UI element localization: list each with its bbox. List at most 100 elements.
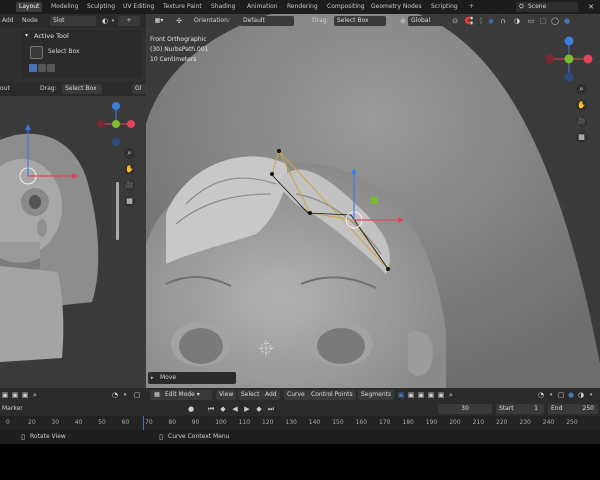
node-menu[interactable]: Node [22, 16, 38, 26]
view-object-types-icon[interactable]: ◑ [512, 16, 522, 26]
wireframe-shading-icon[interactable]: ◯ [550, 16, 560, 26]
current-frame-field[interactable]: 30 [438, 404, 492, 414]
scene-selector[interactable]: ⛭ Scene [516, 2, 578, 12]
tab-sculpting[interactable]: Sculpting [84, 2, 118, 12]
footer-overlay-icon[interactable]: ◔ [536, 390, 546, 400]
play-reverse-icon[interactable]: ◀ [230, 404, 240, 414]
tab-uv-editing[interactable]: UV Editing [120, 2, 157, 12]
camera-icon[interactable]: 🎥 [576, 116, 587, 127]
transform-orientation-dropdown[interactable]: Global [408, 16, 446, 26]
add-menu[interactable]: Add [2, 16, 14, 26]
snap-icon[interactable]: 🧲 [464, 16, 474, 26]
editor-type-button[interactable]: ▦▾ [150, 16, 168, 26]
pan-hand-icon[interactable]: ✋ [576, 100, 587, 111]
left-navigation-gizmo[interactable] [96, 98, 136, 150]
slot-dropdown[interactable]: Slot [50, 16, 96, 26]
mode-new-icon[interactable] [29, 64, 37, 72]
add-workspace-button[interactable]: + [466, 2, 477, 12]
footer-xray-icon[interactable]: ▢ [556, 390, 566, 400]
current-frame-value: 30 [461, 405, 469, 412]
footer-chevron-icon-2[interactable]: ▾ [586, 390, 596, 400]
end-label: End [551, 405, 563, 412]
menu-curve[interactable]: Curve [284, 390, 308, 400]
left-footer-icon-3[interactable]: ▣ [20, 390, 30, 400]
scene-close-icon[interactable]: ✕ [586, 2, 596, 12]
mouse-right-icon: ▯ [159, 433, 163, 441]
main-navigation-gizmo[interactable] [544, 34, 594, 84]
main-viewport[interactable]: ▦▾ ✣ Orientation: Default Drag: Select B… [146, 14, 600, 388]
jump-end-icon[interactable]: ⏭ [266, 404, 276, 414]
left-pan-hand-icon[interactable]: ✋ [124, 164, 135, 175]
timeline-ruler[interactable]: 0 20 30 40 50 60 70 80 90 100 110 120 130 140 150 160 17… [0, 416, 600, 430]
grid-toggle-icon[interactable]: ▦ [576, 132, 587, 143]
falloff-icon[interactable]: ∩ [498, 16, 508, 26]
select-mode-icon-3[interactable]: ▣ [416, 390, 426, 400]
left-chevron-icon[interactable]: ▾ [120, 390, 130, 400]
play-icon[interactable]: ▶ [242, 404, 252, 414]
footer-solid-icon[interactable]: ● [566, 390, 576, 400]
tab-texture-paint[interactable]: Texture Paint [160, 2, 205, 12]
left-xray-icon[interactable]: ▢ [132, 390, 142, 400]
left-viewport[interactable]: out Drag: Select Box Gl ⌕ ✋ 🎥 ▦ [0, 82, 146, 388]
mode-subtract-icon[interactable] [47, 64, 55, 72]
xray-icon[interactable]: ⬚ [538, 16, 548, 26]
ruler-tick-label: 210 [472, 419, 485, 426]
left-header-partial[interactable]: out [0, 84, 10, 94]
new-material-button[interactable]: + [118, 16, 140, 26]
footer-shading-icon[interactable]: ◑ [576, 390, 586, 400]
tab-scripting[interactable]: Scripting [428, 2, 461, 12]
transform-orientation-icon[interactable]: ⊕ [398, 16, 408, 26]
select-mode-icon-2[interactable]: ▣ [406, 390, 416, 400]
orientation-dropdown[interactable]: Default [240, 16, 294, 26]
tab-layout[interactable]: Layout [16, 2, 43, 12]
menu-control-points[interactable]: Control Points [308, 390, 356, 400]
left-search-icon[interactable]: ⌕ [30, 390, 40, 400]
left-camera-icon[interactable]: 🎥 [124, 180, 135, 191]
proportional-edit-icon[interactable]: ◉ [486, 16, 496, 26]
left-footer-icon-1[interactable]: ▣ [0, 390, 10, 400]
status-bar: ▯ Rotate View ▯ Curve Context Menu [0, 430, 600, 444]
current-frame-indicator[interactable] [143, 416, 144, 430]
collapse-icon[interactable]: ▾ [25, 32, 28, 39]
menu-select[interactable]: Select [238, 390, 263, 400]
end-frame-field[interactable]: End 250 [548, 404, 598, 414]
left-footer-icon-2[interactable]: ▣ [10, 390, 20, 400]
solid-shading-icon[interactable]: ● [562, 16, 572, 26]
left-grid-icon[interactable]: ▦ [124, 196, 135, 207]
left-transform-partial[interactable]: Gl [132, 84, 146, 94]
select-vertex-icon[interactable]: ▣ [396, 390, 406, 400]
mode-dropdown[interactable]: Edit Mode ▾ [162, 390, 212, 400]
jump-start-icon[interactable]: ⏮ [206, 404, 216, 414]
drag-dropdown[interactable]: Select Box [334, 16, 386, 26]
jump-next-key-icon[interactable]: ◆ [254, 404, 264, 414]
marker-menu[interactable]: Marker [2, 404, 23, 414]
last-operator-panel[interactable]: ▸ Move [148, 372, 236, 384]
select-mode-icon-4[interactable]: ▣ [426, 390, 436, 400]
record-icon[interactable]: ● [186, 404, 196, 414]
overlays-icon[interactable]: ▭ [526, 16, 536, 26]
footer-search-icon[interactable]: ⌕ [446, 390, 456, 400]
zoom-icon[interactable]: ⌕ [576, 84, 587, 95]
jump-prev-key-icon[interactable]: ◆ [218, 404, 228, 414]
select-box-tool-icon[interactable] [30, 46, 43, 59]
chevron-down-icon[interactable]: ▾ [108, 16, 118, 26]
snap-settings-icon[interactable]: ⋮ [476, 16, 486, 26]
tab-animation[interactable]: Animation [244, 2, 281, 12]
menu-segments[interactable]: Segments [358, 390, 395, 400]
select-mode-icon-5[interactable]: ▣ [436, 390, 446, 400]
tab-compositing[interactable]: Compositing [324, 2, 368, 12]
menu-view[interactable]: View [216, 390, 237, 400]
pivot-point-icon[interactable]: ⊙ [450, 16, 460, 26]
mode-extend-icon[interactable] [38, 64, 46, 72]
left-overlay-icon[interactable]: ◔ [110, 390, 120, 400]
start-frame-field[interactable]: Start 1 [496, 404, 544, 414]
tab-modeling[interactable]: Modeling [48, 2, 81, 12]
tab-geometry-nodes[interactable]: Geometry Nodes [368, 2, 425, 12]
transform-pivot-icon[interactable]: ✣ [174, 16, 184, 26]
left-drag-dropdown[interactable]: Select Box [62, 84, 102, 94]
tab-shading[interactable]: Shading [208, 2, 238, 12]
menu-add[interactable]: Add [262, 390, 280, 400]
left-zoom-icon[interactable]: ⌕ [124, 148, 135, 159]
footer-chevron-icon[interactable]: ▾ [546, 390, 556, 400]
tab-rendering[interactable]: Rendering [284, 2, 321, 12]
